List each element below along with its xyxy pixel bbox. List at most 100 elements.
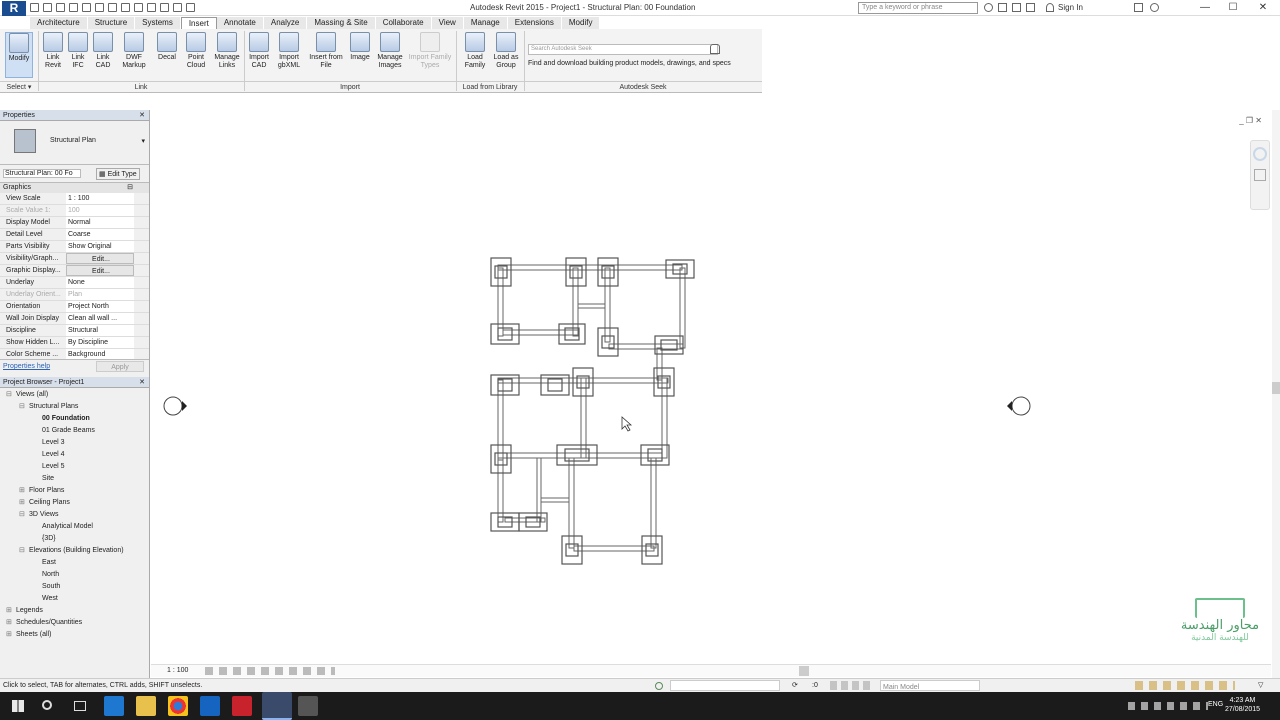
- browser-tree-item[interactable]: ⊟ 3D Views: [0, 509, 149, 521]
- favorites-star-icon[interactable]: [1026, 3, 1035, 12]
- worksets-icon[interactable]: [655, 682, 663, 690]
- dimension-icon[interactable]: [121, 3, 130, 12]
- text-icon[interactable]: [134, 3, 143, 12]
- revit-app-button[interactable]: R: [2, 1, 26, 16]
- insert-from-file-button[interactable]: Insert from File: [308, 32, 344, 70]
- measure-icon[interactable]: [108, 3, 117, 12]
- 3d-view-icon[interactable]: [147, 3, 156, 12]
- import-gbxml-button[interactable]: Import gbXML: [274, 32, 304, 70]
- tab-structure[interactable]: Structure: [87, 17, 136, 29]
- browser-tree-item[interactable]: ⊟ Structural Plans: [0, 401, 149, 413]
- save-icon[interactable]: [43, 3, 52, 12]
- tab-analyze[interactable]: Analyze: [263, 17, 308, 29]
- property-value[interactable]: Clean all wall ...: [66, 313, 134, 324]
- edge-browser-icon[interactable]: [104, 696, 124, 716]
- subscription-icon[interactable]: [998, 3, 1007, 12]
- view-window-controls[interactable]: _ ❐ ✕: [1239, 116, 1262, 125]
- help-icon[interactable]: [1150, 3, 1159, 12]
- workset-selector[interactable]: [670, 680, 780, 691]
- maximize-button[interactable]: ☐: [1218, 0, 1248, 16]
- design-option-icons[interactable]: [830, 681, 870, 690]
- manage-links-button[interactable]: Manage Links: [212, 32, 242, 70]
- property-value[interactable]: Edit...: [66, 253, 134, 264]
- design-options-selector[interactable]: Main Model: [880, 680, 980, 691]
- minimize-button[interactable]: —: [1190, 0, 1220, 16]
- property-value[interactable]: Normal: [66, 217, 134, 228]
- camtasia-icon[interactable]: [298, 696, 318, 716]
- properties-close-icon[interactable]: ✕: [139, 110, 145, 121]
- properties-help-link[interactable]: Properties help: [3, 363, 50, 370]
- clock[interactable]: 4:23 AM 27/08/2015: [1225, 696, 1260, 714]
- file-explorer-icon[interactable]: [136, 696, 156, 716]
- link-revit-button[interactable]: Link Revit: [40, 32, 66, 70]
- apply-button[interactable]: Apply: [96, 361, 144, 372]
- sync-icon[interactable]: [56, 3, 65, 12]
- open-icon[interactable]: [30, 3, 39, 12]
- property-value[interactable]: Show Original: [66, 241, 134, 252]
- communication-icon[interactable]: [1012, 3, 1021, 12]
- view-scale-button[interactable]: 1 : 100: [167, 667, 188, 674]
- browser-tree-item[interactable]: ⊞ Schedules/Quantities: [0, 617, 149, 629]
- instance-selector[interactable]: Structural Plan: 00 Fo: [3, 169, 81, 178]
- browser-tree-item[interactable]: Site: [0, 473, 149, 485]
- browser-tree-item[interactable]: North: [0, 569, 149, 581]
- graphics-section-header[interactable]: Graphics ⊟: [0, 183, 149, 193]
- browser-tree-item[interactable]: ⊟ Elevations (Building Elevation): [0, 545, 149, 557]
- property-value[interactable]: Structural: [66, 325, 134, 336]
- property-value[interactable]: 100: [66, 205, 134, 216]
- windows-start-icon[interactable]: [12, 700, 24, 712]
- section-icon[interactable]: [160, 3, 169, 12]
- seek-search-icon[interactable]: [710, 44, 720, 54]
- elevation-marker-east[interactable]: [1007, 396, 1031, 416]
- horizontal-scroll-thumb[interactable]: [799, 666, 809, 676]
- tab-collaborate[interactable]: Collaborate: [375, 17, 432, 29]
- system-tray-icons[interactable]: [1128, 702, 1208, 710]
- task-view-icon[interactable]: [74, 701, 86, 711]
- load-family-button[interactable]: Load Family: [462, 32, 488, 70]
- browser-tree-item[interactable]: 01 Grade Beams: [0, 425, 149, 437]
- select-group-label[interactable]: Select ▾: [0, 81, 38, 92]
- browser-tree-item[interactable]: Analytical Model: [0, 521, 149, 533]
- expand-toggle-icon[interactable]: ⊞: [6, 629, 16, 640]
- selection-filter-icons[interactable]: [1135, 681, 1235, 690]
- filter-funnel-icon[interactable]: ▽: [1258, 679, 1263, 692]
- property-value[interactable]: None: [66, 277, 134, 288]
- browser-tree-item[interactable]: 00 Foundation: [0, 413, 149, 425]
- tab-annotate[interactable]: Annotate: [216, 17, 264, 29]
- link-ifc-button[interactable]: Link IFC: [65, 32, 91, 70]
- browser-tree-item[interactable]: Level 3: [0, 437, 149, 449]
- zoom-icon[interactable]: [1254, 169, 1266, 181]
- import-family-types-button[interactable]: Import Family Types: [408, 32, 452, 70]
- language-indicator[interactable]: ENG: [1208, 701, 1223, 708]
- sign-in-link[interactable]: Sign In: [1058, 3, 1083, 12]
- import-cad-button[interactable]: Import CAD: [246, 32, 272, 70]
- expand-toggle-icon[interactable]: ⊟: [19, 401, 29, 413]
- sync-icon[interactable]: ⟳: [792, 679, 798, 692]
- browser-tree-item[interactable]: ⊞ Floor Plans: [0, 485, 149, 497]
- chrome-icon[interactable]: [168, 696, 188, 716]
- expand-toggle-icon[interactable]: ⊞: [6, 605, 16, 617]
- property-value[interactable]: By Discipline: [66, 337, 134, 348]
- vertical-scroll-thumb[interactable]: [1272, 382, 1280, 394]
- undo-icon[interactable]: [69, 3, 78, 12]
- image-button[interactable]: Image: [347, 32, 373, 62]
- revit-taskbar-icon[interactable]: [262, 692, 292, 720]
- property-value[interactable]: Edit...: [66, 265, 134, 276]
- type-selector[interactable]: Structural Plan ▾: [0, 121, 149, 165]
- help-search-input[interactable]: Type a keyword or phrase: [858, 2, 978, 14]
- tab-architecture[interactable]: Architecture: [30, 17, 88, 29]
- dwf-markup-button[interactable]: DWF Markup: [119, 32, 149, 70]
- search-icon[interactable]: [42, 700, 52, 710]
- close-hidden-icon[interactable]: [186, 3, 195, 12]
- infocenter-search-icon[interactable]: [984, 3, 993, 12]
- browser-tree-item[interactable]: ⊟ Views (all): [0, 389, 149, 401]
- property-value[interactable]: Background: [66, 349, 134, 359]
- browser-tree-item[interactable]: ⊞ Ceiling Plans: [0, 497, 149, 509]
- print-icon[interactable]: [95, 3, 104, 12]
- tab-massing-site[interactable]: Massing & Site: [307, 17, 376, 29]
- browser-tree-item[interactable]: West: [0, 593, 149, 605]
- tab-view[interactable]: View: [431, 17, 464, 29]
- expand-toggle-icon[interactable]: ⊟: [6, 389, 16, 401]
- seek-search-input[interactable]: Search Autodesk Seek: [528, 44, 718, 55]
- tab-modify[interactable]: Modify: [561, 17, 601, 29]
